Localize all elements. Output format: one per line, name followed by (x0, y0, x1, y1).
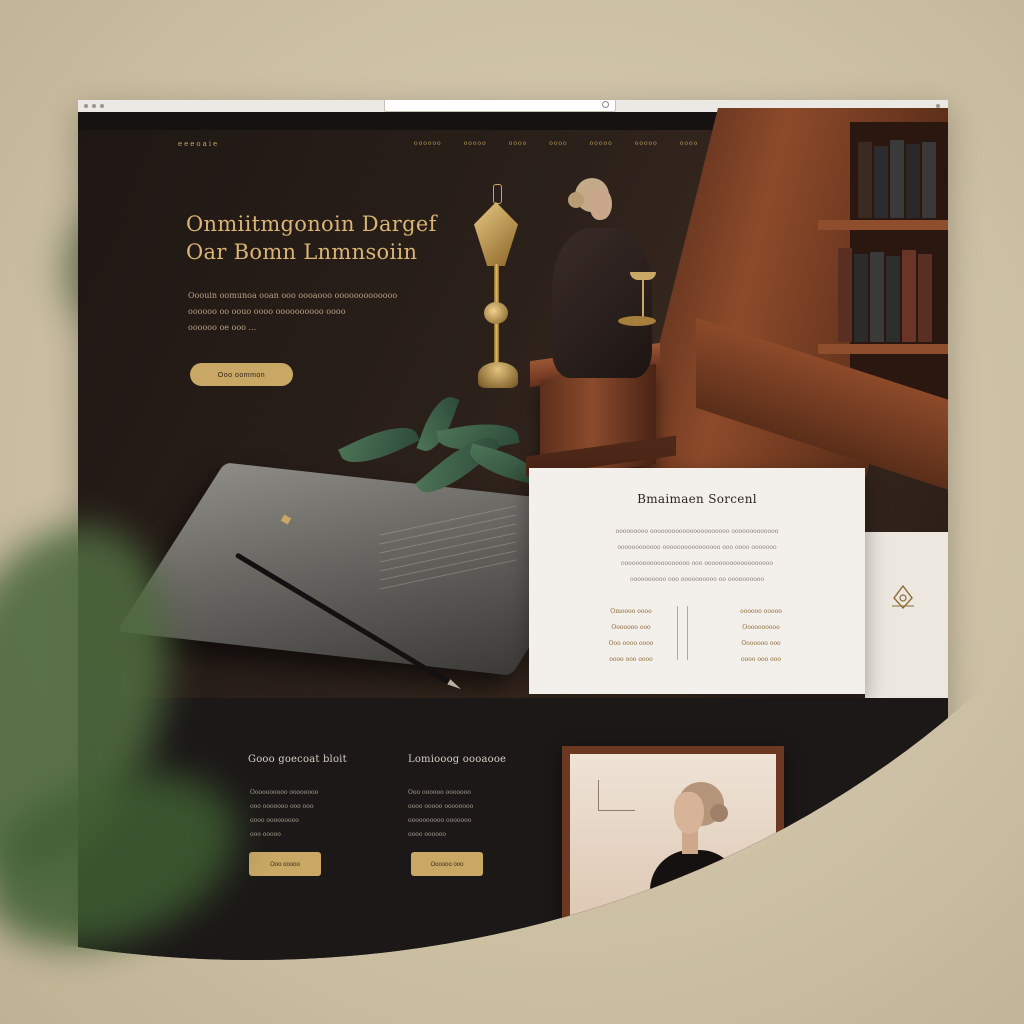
section-text-line: Ooo oooooo ooooooo (408, 789, 471, 796)
lantern-illustration (474, 202, 518, 266)
nav-item[interactable]: oooo (680, 140, 698, 147)
card-right-column: oooooo ooooo Oooooooooo Ooooooo ooo oooo… (701, 604, 821, 668)
plant-leaf (338, 416, 420, 474)
nav-item[interactable]: ooooo (590, 140, 613, 147)
section-text: Ooo oooooo ooooooo oooo ooooo oooooooo o… (408, 786, 538, 842)
card-body: ooooooooo oooooooooooooooooooooo ooooooo… (569, 524, 825, 588)
card-body-line: oooooooooooo oooooooooooooooo ooo oooo o… (617, 544, 777, 551)
section-button[interactable]: Oooooo ooo (411, 852, 483, 876)
lamp-base (478, 362, 518, 388)
address-bar[interactable] (384, 100, 616, 112)
lock-icon (602, 101, 609, 108)
section-text-line: oooooooooo ooooooo (408, 817, 472, 824)
section-title: Gooo goecoat bloit (248, 754, 347, 765)
scale-base (618, 316, 656, 326)
book (870, 252, 884, 342)
section-title: Lomiooog oooaooe (408, 754, 507, 765)
book (890, 140, 904, 218)
section-button[interactable]: Ooo ooooo (249, 852, 321, 876)
scale-pole (642, 276, 644, 320)
book (854, 254, 868, 342)
card-body-line: oooooooooo ooo oooooooooo oo oooooooooo (629, 576, 765, 583)
book (922, 142, 936, 218)
figure-face (590, 188, 612, 220)
card-list-item: oooo ooo oooo (609, 656, 653, 663)
card-title: Bmaimaen Sorcenl (637, 492, 757, 506)
lamp-finial (493, 184, 502, 204)
figure-bun (568, 192, 584, 208)
book (858, 142, 872, 218)
window-dot[interactable] (100, 104, 104, 108)
card-list-item: oooo ooo ooo (741, 656, 781, 663)
card-list-item: Ooooooo ooo (741, 640, 781, 647)
illustration-paper (378, 505, 518, 590)
card-list-item: Ooooooo ooo (611, 624, 651, 631)
book (918, 254, 932, 342)
section-text-line: Oooooooooo oooooooo (250, 789, 319, 796)
card-list-item: Ooo oooo oooo (608, 640, 654, 647)
portrait-face (674, 792, 704, 834)
book (902, 250, 916, 342)
nav-item[interactable]: oooo (549, 140, 567, 147)
shelf-board (818, 220, 948, 230)
section-text-line: oooo ooooo oooooooo (408, 803, 474, 810)
card-left-column: Omoooo oooo Ooooooo ooo Ooo oooo oooo oo… (571, 604, 691, 668)
lamp-knob (484, 302, 508, 324)
section-text-line: oooo oooooo (408, 831, 447, 838)
window-dot[interactable] (84, 104, 88, 108)
card-list-item: Oooooooooo (742, 624, 780, 631)
nav-item[interactable]: oooooo (414, 140, 442, 147)
book (906, 144, 920, 218)
hero-title: Onmiitmgonoin Dargef Oar Bomn Lnmnsoiin (186, 210, 476, 266)
nav-item[interactable]: ooooo (464, 140, 487, 147)
card-divider (677, 606, 678, 660)
section-text-line: ooo ooooo (250, 831, 281, 838)
hero-subtitle-line: oooooo oe ooo ... (188, 323, 257, 332)
card-body-line: ooooooooo oooooooooooooooooooooo ooooooo… (615, 528, 779, 535)
figure-body (552, 228, 652, 378)
section-text: Oooooooooo oooooooo ooo ooooooo ooo ooo … (250, 786, 380, 842)
card-divider (687, 606, 688, 660)
logo[interactable]: eeeoaie (178, 140, 219, 148)
section-text-line: ooo ooooooo ooo ooo (250, 803, 314, 810)
hero-cta-button[interactable]: Ooo oommon (190, 363, 293, 386)
shelf-board (818, 344, 948, 354)
hero-subtitle: Ooouin oomunoa ooan ooo oooaooo oooooooo… (188, 288, 448, 336)
nav-item[interactable]: oooo (509, 140, 527, 147)
card-list-item: oooooo ooooo (740, 608, 782, 615)
info-card: Bmaimaen Sorcenl ooooooooo ooooooooooooo… (529, 468, 865, 694)
hero-section: eeeoaie oooooo ooooo oooo oooo ooooo ooo… (78, 108, 948, 698)
hero-title-line: Onmiitmgonoin Dargef (186, 212, 437, 236)
ornament-icon (892, 584, 914, 610)
book (838, 248, 852, 342)
main-nav: oooooo ooooo oooo oooo ooooo ooooo oooo … (414, 140, 756, 147)
hero-subtitle-line: oooooo oo oouo oooo oooooooooo oooo (188, 307, 346, 316)
card-list-item: Omoooo oooo (610, 608, 652, 615)
card-body-line: ooooooooooooooooooo ooo oooooooooooooooo… (621, 560, 773, 567)
nav-item[interactable]: ooooo (635, 140, 658, 147)
hero-title-line: Oar Bomn Lnmnsoiin (186, 240, 418, 264)
book (886, 256, 900, 342)
book (874, 146, 888, 218)
card-backdrop (865, 532, 948, 698)
section-text-line: oooo ooooooooo (250, 817, 299, 824)
portrait-sketch (598, 780, 635, 811)
hero-subtitle-line: Ooouin oomunoa ooan ooo oooaooo oooooooo… (188, 291, 398, 300)
portrait-bun (710, 804, 728, 822)
window-dot[interactable] (92, 104, 96, 108)
